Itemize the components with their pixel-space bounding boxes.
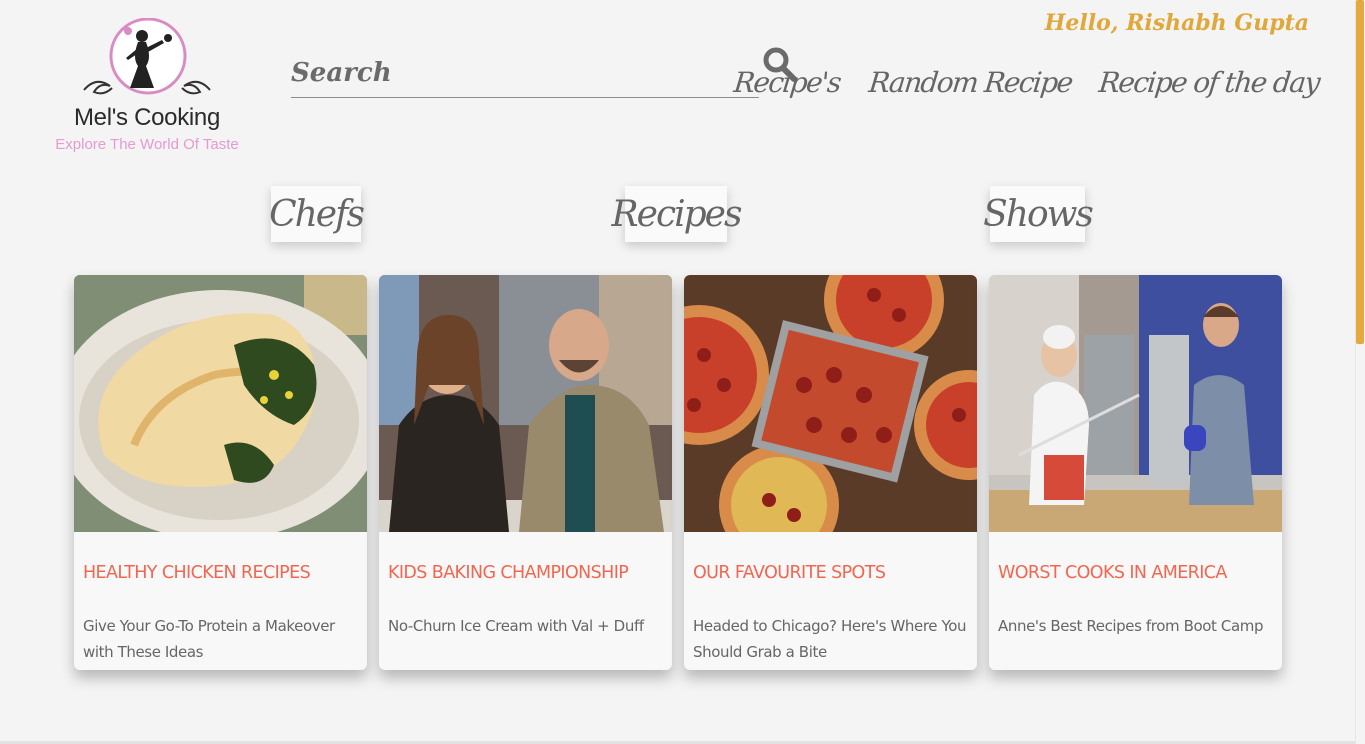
category-recipes[interactable]: Recipes <box>612 186 742 242</box>
feature-card[interactable]: KIDS BAKING CHAMPIONSHIP No-Churn Ice Cr… <box>379 275 672 670</box>
site-logo[interactable]: Mel's Cooking Explore The World Of Taste <box>44 18 250 160</box>
main-nav: Recipe's Random Recipe Recipe of the day <box>733 66 1321 99</box>
card-description: Headed to Chicago? Here's Where You Shou… <box>693 617 967 661</box>
nav-recipe-of-the-day[interactable]: Recipe of the day <box>1097 66 1320 99</box>
card-description: Anne's Best Recipes from Boot Camp <box>998 617 1264 635</box>
card-description: Give Your Go-To Protein a Makeover with … <box>83 617 335 661</box>
scrollbar-thumb[interactable] <box>1356 0 1364 344</box>
nav-recipes[interactable]: Recipe's <box>733 66 843 99</box>
category-shows[interactable]: Shows <box>983 186 1094 242</box>
feature-card[interactable]: WORST COOKS IN AMERICA Anne's Best Recip… <box>989 275 1282 670</box>
logo-tagline: Explore The World Of Taste <box>55 136 239 153</box>
nav-random-recipe[interactable]: Random Recipe <box>867 66 1073 99</box>
stuffed-chicken-image <box>74 275 367 532</box>
card-title: OUR FAVOURITE SPOTS <box>693 563 886 583</box>
card-title: HEALTHY CHICKEN RECIPES <box>83 563 311 583</box>
chef-in-kitchen-image <box>989 275 1282 532</box>
category-chefs[interactable]: Chefs <box>269 186 365 242</box>
card-title: WORST COOKS IN AMERICA <box>998 563 1227 583</box>
pepperoni-pizzas-image <box>684 275 977 532</box>
card-description: No-Churn Ice Cream with Val + Duff <box>388 617 644 635</box>
chef-lady-logo-icon <box>83 18 211 95</box>
user-greeting: Hello, Rishabh Gupta <box>1044 10 1309 36</box>
feature-card[interactable]: HEALTHY CHICKEN RECIPES Give Your Go-To … <box>74 275 367 670</box>
logo-title: Mel's Cooking <box>73 104 221 131</box>
page-scrollbar[interactable] <box>1355 0 1365 744</box>
card-title: KIDS BAKING CHAMPIONSHIP <box>388 563 629 583</box>
search-input[interactable] <box>291 44 759 97</box>
feature-card[interactable]: OUR FAVOURITE SPOTS Headed to Chicago? H… <box>684 275 977 670</box>
hosts-in-kitchen-image <box>379 275 672 532</box>
search-bar <box>291 44 759 98</box>
